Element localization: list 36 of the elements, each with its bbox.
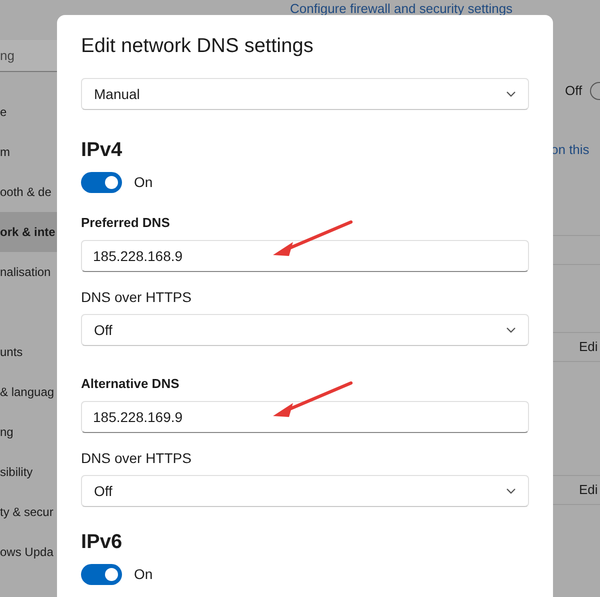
sidebar-item[interactable]: ty & secur (0, 492, 57, 532)
toggle-switch[interactable] (590, 82, 600, 100)
section-heading: IPv6 (81, 530, 124, 555)
dns-input[interactable]: 185.228.169.9 (81, 401, 529, 433)
field-label: DNS over HTTPS (81, 449, 192, 467)
field-label: Preferred DNS (81, 214, 171, 232)
toggle-switch[interactable] (81, 564, 122, 585)
chevron-down-icon (506, 327, 516, 333)
sidebar-item[interactable]: & languag (0, 372, 57, 412)
dropdown[interactable]: Manual (81, 78, 529, 110)
sidebar-item[interactable]: ork & inte (0, 212, 57, 252)
sidebar-item[interactable]: ooth & de (0, 172, 57, 212)
dialog-title: Edit network DNS settings (81, 34, 314, 59)
dns-input[interactable]: 185.228.168.9 (81, 240, 529, 272)
chevron-down-icon (506, 91, 516, 97)
sidebar-item[interactable]: ng (0, 412, 57, 452)
sidebar-item[interactable]: m (0, 132, 57, 172)
toggle-switch[interactable] (81, 172, 122, 193)
firewall-link[interactable]: Configure firewall and security settings (290, 1, 513, 16)
toggle-label: On (134, 173, 153, 192)
chevron-down-icon (506, 488, 516, 494)
sidebar-item[interactable]: nalisation (0, 252, 57, 292)
dropdown[interactable]: Off (81, 314, 529, 346)
section-heading: IPv4 (81, 138, 124, 163)
toggle-state: Off (565, 82, 582, 100)
sidebar-item[interactable]: e (0, 92, 57, 132)
sidebar-item[interactable]: ows Upda (0, 532, 57, 572)
search-field[interactable]: ng (0, 40, 57, 72)
field-label: Alternative DNS (81, 375, 180, 393)
edit-button[interactable]: Edi (579, 336, 598, 356)
sidebar-item[interactable]: unts (0, 332, 57, 372)
dropdown[interactable]: Off (81, 475, 529, 507)
field-label: DNS over HTTPS (81, 288, 192, 306)
toggle-label: On (134, 565, 153, 584)
edit-button[interactable]: Edi (579, 480, 598, 500)
sidebar-item[interactable]: sibility (0, 452, 57, 492)
